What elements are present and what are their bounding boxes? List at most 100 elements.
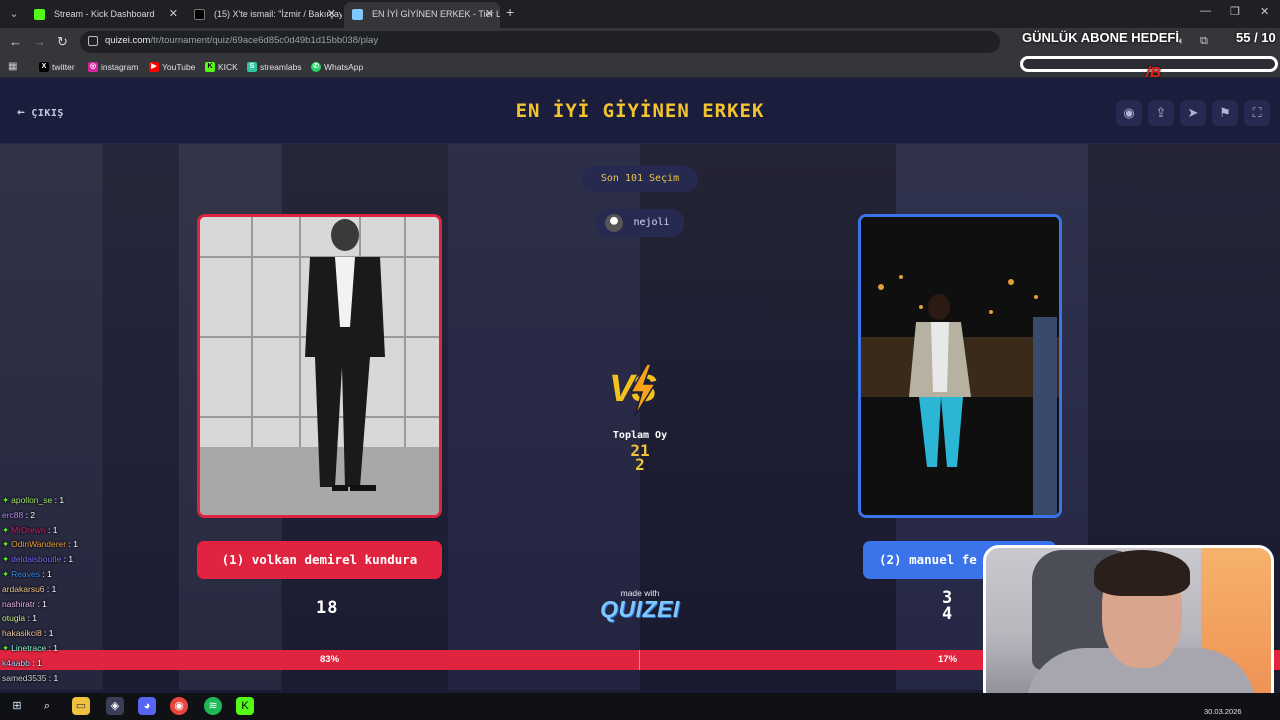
instagram-icon: ◎ bbox=[88, 62, 98, 72]
chat-username: nashiratr bbox=[2, 598, 36, 609]
chat-message: erc88 : 2 bbox=[2, 509, 36, 520]
tab-kick-dashboard[interactable]: Stream - Kick Dashboard ✕ bbox=[26, 2, 184, 28]
chat-count: 1 bbox=[51, 583, 57, 594]
quiz-header: ← ÇIKIŞ EN İYİ GİYİNEN ERKEK ◉ ⇪ ➤ ⚑ ⛶ bbox=[0, 78, 1280, 144]
candidate-left-card[interactable] bbox=[197, 214, 442, 518]
subscriber-goal-count: 55 / 10 bbox=[1236, 30, 1276, 45]
chat-count: 1 bbox=[68, 554, 74, 565]
share-icon[interactable]: ⇪ bbox=[1148, 100, 1174, 126]
quizei-favicon-icon bbox=[352, 9, 363, 20]
avatar bbox=[605, 214, 623, 232]
back-arrow-icon[interactable]: ← bbox=[9, 34, 22, 49]
close-tab-icon[interactable]: ✕ bbox=[169, 2, 178, 26]
site-info-icon[interactable] bbox=[88, 36, 98, 46]
search-icon[interactable]: ⌕ bbox=[38, 697, 56, 715]
x-icon: X bbox=[39, 62, 49, 72]
chat-message: otugla : 1 bbox=[2, 613, 37, 624]
spotify-icon[interactable]: ≋ bbox=[204, 697, 222, 715]
streamer-webcam bbox=[983, 545, 1274, 707]
candidate-right-photo bbox=[861, 217, 1059, 515]
address-bar[interactable]: quizei.com/tr/tournament/quiz/69ace6d85c… bbox=[80, 31, 1000, 53]
fullscreen-icon[interactable]: ⛶ bbox=[1244, 100, 1270, 126]
x-favicon-icon bbox=[194, 9, 205, 20]
tab-x-post[interactable]: (15) X'te ismail: "İzmir / Bakırçay" ✕ bbox=[186, 2, 342, 28]
discord-icon[interactable]: ◕ bbox=[138, 697, 156, 715]
file-explorer-icon[interactable]: ▭ bbox=[72, 697, 90, 715]
candidate-left-name-button[interactable]: (1) volkan demirel kundura bbox=[197, 541, 442, 579]
right-percent: 17% bbox=[938, 654, 958, 665]
whatsapp-icon: ✆ bbox=[311, 62, 321, 72]
hair bbox=[1094, 550, 1190, 596]
chat-username: ardakarsu6 bbox=[2, 583, 45, 594]
tab-label: Stream - Kick Dashboard bbox=[54, 9, 155, 19]
total-votes-label: Toplam Oy bbox=[612, 430, 668, 441]
send-icon[interactable]: ➤ bbox=[1180, 100, 1206, 126]
forward-arrow-icon[interactable]: → bbox=[33, 34, 46, 49]
tab-label: (15) X'te ismail: "İzmir / Bakırçay" bbox=[214, 9, 342, 19]
chat-username: otugla bbox=[2, 613, 26, 624]
chat-username: MrDrewn bbox=[11, 524, 46, 535]
chat-count: 1 bbox=[53, 672, 59, 683]
windows-icon[interactable]: ⊞ bbox=[8, 697, 26, 715]
quizei-logo[interactable]: QUIZEI bbox=[592, 596, 688, 623]
minimize-window-icon[interactable]: — bbox=[1200, 5, 1211, 17]
chrome-icon[interactable]: ◉ bbox=[170, 697, 188, 715]
chat-username: k4aabb bbox=[2, 657, 30, 668]
bookmark-streamlabs[interactable]: Sstreamlabs bbox=[247, 60, 302, 74]
chat-count: 1 bbox=[32, 613, 37, 624]
chat-username: samed3535 bbox=[2, 672, 47, 683]
user-name: nejoli bbox=[633, 217, 670, 228]
streamlabs-icon: S bbox=[247, 62, 257, 72]
subscriber-goal-title: GÜNLÜK ABONE HEDEFİ bbox=[1022, 30, 1179, 45]
bookmark-kick[interactable]: K KICK bbox=[205, 60, 238, 74]
chat-message: samed3535 : 1 bbox=[2, 672, 59, 683]
bookmark-youtube[interactable]: ▶ YouTube bbox=[149, 60, 195, 74]
kick-icon: K bbox=[205, 62, 215, 72]
bookmark-twitter[interactable]: Xtwitter bbox=[39, 60, 75, 74]
close-tab-icon[interactable]: ✕ bbox=[327, 2, 336, 26]
reload-icon[interactable]: ↻ bbox=[57, 34, 68, 50]
candidate-right-votes: 3 4 bbox=[942, 588, 954, 624]
new-tab-plus-icon[interactable]: + bbox=[506, 4, 514, 20]
chat-message: ardakarsu6 : 1 bbox=[2, 583, 57, 594]
kick-favicon-icon bbox=[34, 9, 45, 20]
windows-taskbar: ⊞ ⌕ ▭ ◈ ◕ ◉ ≋ K 30.03.2026 bbox=[0, 693, 1280, 720]
chat-username: deldaisboutle bbox=[11, 554, 62, 565]
chat-message: ✦ Reaves : 1 bbox=[2, 568, 52, 579]
tab-quizei-active[interactable]: EN İYİ GİYİNEN ERKEK - Tier List ✕ bbox=[344, 2, 500, 28]
close-window-icon[interactable]: ✕ bbox=[1260, 5, 1269, 18]
chat-username: apollon_se bbox=[11, 495, 53, 505]
bookmark-whatsapp[interactable]: ✆ WhatsApp bbox=[311, 60, 363, 74]
chat-count: 1 bbox=[52, 524, 58, 535]
bookmark-instagram[interactable]: ◎ instagram bbox=[88, 60, 138, 74]
restore-window-icon[interactable]: ❐ bbox=[1230, 5, 1240, 18]
close-tab-icon[interactable]: ✕ bbox=[485, 2, 494, 26]
candidate-right-card[interactable] bbox=[858, 214, 1062, 518]
chat-count: 1 bbox=[53, 642, 58, 653]
apps-grid-icon[interactable]: ▦ bbox=[8, 61, 19, 72]
candidate-left-photo bbox=[200, 217, 439, 515]
chat-message: ✦ MrDrewn : 1 bbox=[2, 524, 58, 535]
stream-chat-overlay: ✦ apollon_se : 1 erc88 : 2 ✦ MrDrewn : 1 ✦ Odi… bbox=[2, 493, 142, 685]
chat-count: 1 bbox=[73, 539, 78, 550]
app-icon[interactable]: ◈ bbox=[106, 697, 124, 715]
chat-message: ✦ apollon_se : 1 bbox=[2, 495, 65, 505]
chat-count: 1 bbox=[47, 568, 52, 579]
browser-tab-bar: ⌄ Stream - Kick Dashboard ✕ (15) X'te is… bbox=[0, 0, 1280, 28]
flag-icon[interactable]: ⚑ bbox=[1212, 100, 1238, 126]
subscriber-badge-icon: ✦ bbox=[2, 568, 10, 579]
eye-icon[interactable]: ◉ bbox=[1116, 100, 1142, 126]
chat-message: ✦ OdinWanderer : 1 bbox=[2, 539, 78, 550]
left-percent: 83% bbox=[320, 654, 340, 665]
quiz-title: EN İYİ GİYİNEN ERKEK bbox=[515, 100, 765, 122]
subscriber-badge-icon: ✦ bbox=[2, 524, 10, 535]
user-badge: nejoli bbox=[597, 209, 684, 237]
tab-search-chevron-icon[interactable]: ⌄ bbox=[4, 5, 24, 23]
extensions-puzzle-icon[interactable]: ⧉ bbox=[1200, 35, 1208, 48]
taskbar-date: 30.03.2026 bbox=[1204, 707, 1242, 716]
chat-message: ✦ deldaisboutle : 1 bbox=[2, 554, 74, 565]
chat-username: erc88 bbox=[2, 509, 24, 520]
kick-app-icon[interactable]: K bbox=[236, 697, 254, 715]
recent-choices-button[interactable]: Son 101 Seçim bbox=[582, 166, 698, 192]
chat-username: hakasikci8 bbox=[2, 628, 42, 639]
